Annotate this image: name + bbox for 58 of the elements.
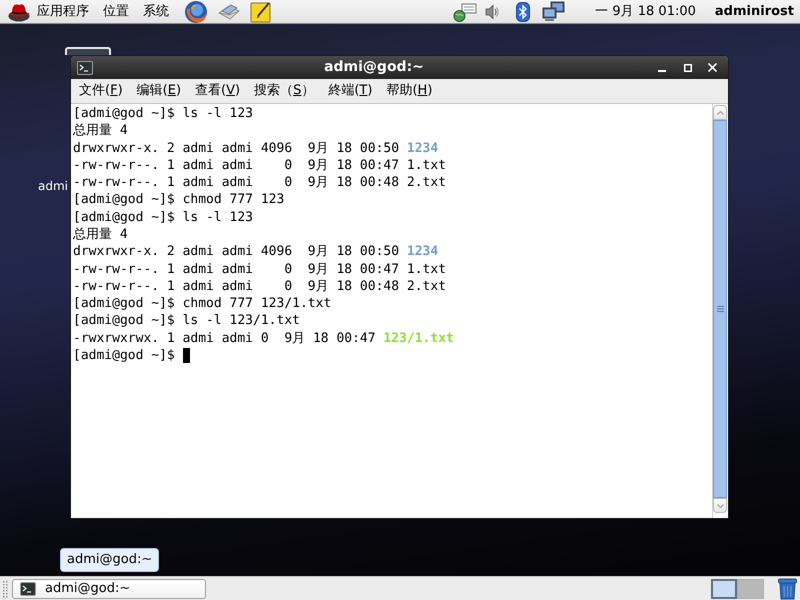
minimize-icon [658,70,666,72]
file-name: 1.txt [406,260,446,279]
tooltip: admi@god:~ [60,548,159,572]
bluetooth-icon[interactable] [516,2,530,22]
notepad-pencil-icon[interactable] [250,0,272,22]
desktop-icon-label[interactable]: admi [38,177,68,195]
workspace-button[interactable] [711,578,737,598]
speaker-icon[interactable] [485,4,500,20]
taskbar-button[interactable]: admi@god:~ [12,578,206,598]
menu-item[interactable]: 終端(T) [321,80,380,102]
close-icon [708,63,716,72]
panel-menu[interactable]: 应用程序 [30,0,96,22]
menu-item[interactable]: 搜索（S） [247,80,322,102]
close-button[interactable] [705,60,719,74]
menu-item[interactable]: 查看(V) [188,80,248,102]
command-line: [admi@god ~]$ ls -l 123 [73,208,254,227]
scroll-thumb[interactable] [713,120,727,498]
file-name: 1234 [406,140,438,158]
menu-item[interactable]: 编辑(E) [130,80,188,102]
file-details: -rw-rw-r--. 1 admi admi 0 9月 18 00:48 [73,174,400,192]
maximize-icon [684,64,692,72]
globe-fox-icon[interactable] [184,0,208,24]
file-name: 1.txt [406,156,446,175]
desktop-icon[interactable] [65,47,111,55]
command-line: [admi@god ~]$ ls -l 123/1.txt [73,312,300,330]
panel-menu[interactable]: 系统 [136,0,176,22]
command-line: [admi@god ~]$ [73,347,175,366]
file-details: -rw-rw-r--. 1 admi admi 0 9月 18 00:47 [73,156,400,175]
caret-up-icon [716,110,724,114]
trash-icon[interactable] [778,578,797,600]
grip-icon [716,306,724,312]
hat-icon[interactable] [8,2,30,22]
clock-text[interactable]: 一 9月 18 01:00 [595,2,696,22]
file-name: 2.txt [406,278,446,296]
user-name[interactable]: adminirost [714,2,794,22]
command-line: [admi@god ~]$ ls -l 123 [73,104,254,123]
window-title: admi@god:~ [323,58,425,77]
file-details: drwxrwxr-x. 2 admi admi 4096 9月 18 00:50 [73,140,400,158]
command-line: [admi@god ~]$ chmod 777 123/1.txt [73,295,332,314]
terminal-icon [20,582,36,596]
file-details: -rw-rw-r--. 1 admi admi 0 9月 18 00:48 [73,278,400,296]
menu-item[interactable]: 文件(F) [72,80,130,102]
file-name: 2.txt [406,174,446,192]
terminal-icon [77,60,93,74]
file-name: 1234 [406,243,438,262]
command-line: [admi@god ~]$ chmod 777 123 [73,191,284,210]
file-details: -rw-rw-r--. 1 admi admi 0 9月 18 00:47 [73,260,400,279]
file-details: -rwxrwxrwx. 1 admi admi 0 9月 18 00:47 [73,330,376,348]
network-globe-icon[interactable] [453,0,478,22]
panel-menu[interactable]: 位置 [96,0,136,22]
output-text: 总用量 4 [73,122,128,140]
grip-icon[interactable] [3,580,8,598]
file-name: 123/1.txt [383,330,454,348]
output-text: 总用量 4 [73,226,128,244]
network-monitors-icon[interactable] [542,0,566,22]
menu-item[interactable]: 帮助(H) [379,80,440,102]
file-details: drwxrwxr-x. 2 admi admi 4096 9月 18 00:50 [73,243,400,262]
caret-down-icon [716,504,724,508]
